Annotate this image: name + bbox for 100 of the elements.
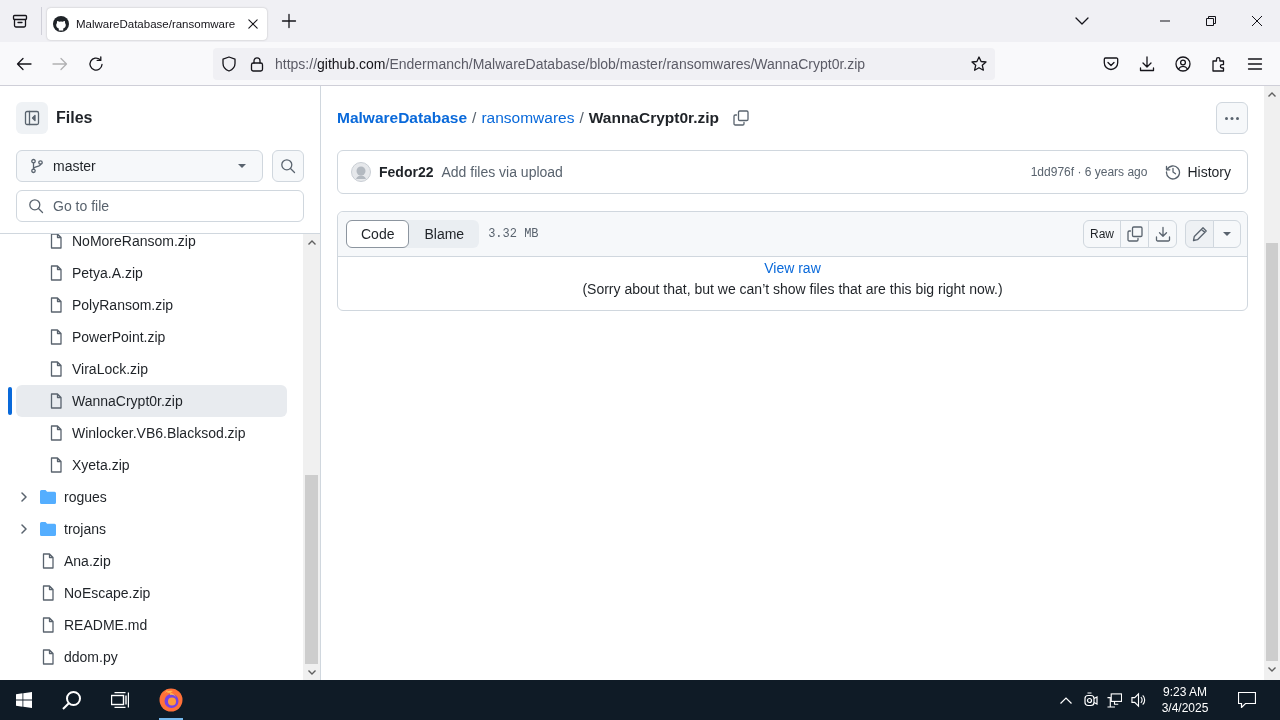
file-tree-item[interactable]: Winlocker.VB6.Blacksod.zip — [16, 417, 287, 449]
close-icon — [248, 19, 258, 29]
file-tree-item[interactable]: rogues — [16, 481, 287, 513]
file-icon — [48, 234, 64, 249]
url-field[interactable]: https://github.com/Endermanch/MalwareDatabase/blob/master/ransomwares/WannaCrypt0r.zip — [275, 55, 866, 72]
page-scrollbar[interactable] — [1264, 86, 1280, 680]
sidebar-scrollbar[interactable] — [303, 234, 320, 680]
notice-text: (Sorry about that, but we can’t show files that are this big right now.) — [582, 280, 1003, 299]
file-icon — [40, 617, 56, 633]
view-raw-link[interactable]: View raw — [764, 258, 821, 279]
puzzle-icon — [1211, 55, 1227, 72]
repo-link[interactable]: MalwareDatabase — [337, 109, 468, 127]
raw-button[interactable]: Raw — [1083, 220, 1121, 248]
path-separator: / — [472, 109, 477, 127]
camera-icon — [1082, 692, 1098, 708]
copy-icon — [1126, 226, 1143, 242]
view-tab[interactable]: Blame — [409, 220, 480, 248]
chevron-down-icon — [307, 669, 316, 675]
search-icon — [62, 690, 82, 710]
file-icon — [48, 265, 64, 281]
panel-icon — [24, 110, 40, 126]
commit-meta: 1dd976f · 6 years ago — [1030, 165, 1148, 179]
browser-tab[interactable]: MalwareDatabase/ransomware — [47, 8, 267, 40]
download-button[interactable] — [1148, 220, 1177, 248]
author-link[interactable]: Fedor22 — [379, 164, 434, 180]
arrow-left-icon — [16, 55, 32, 72]
more-icon — [1225, 116, 1239, 120]
copy-button[interactable] — [1120, 220, 1149, 248]
file-icon — [40, 649, 56, 665]
path-separator: / — [579, 109, 584, 127]
file-tree-item[interactable]: trojans — [16, 513, 287, 545]
clock-date: 3/4/2025 — [1161, 700, 1209, 716]
sidebar-title: Files — [56, 109, 93, 127]
scrollbar-thumb[interactable] — [305, 475, 318, 664]
search-icon — [280, 158, 296, 174]
shield-icon — [221, 55, 237, 72]
file-name: WannaCrypt0r.zip — [588, 109, 720, 127]
archive-box-icon — [12, 13, 28, 29]
close-icon — [1252, 16, 1262, 26]
branch-select[interactable]: master — [16, 150, 263, 182]
folder-icon — [40, 522, 56, 536]
file-tree-item[interactable]: ddom.py — [16, 641, 287, 673]
four-panes-icon — [16, 692, 32, 708]
download-icon — [1154, 226, 1171, 242]
chevron-right-icon — [21, 492, 27, 502]
folder-icon — [40, 490, 56, 504]
browser-icon — [159, 688, 183, 712]
edit-button[interactable] — [1185, 220, 1214, 248]
copy-icon — [733, 110, 750, 126]
cat-logo-icon — [53, 16, 69, 32]
search-icon — [28, 198, 44, 214]
caret-icon — [1223, 232, 1231, 236]
folder-link[interactable]: ransomwares — [481, 109, 575, 127]
reload-icon — [88, 55, 104, 72]
file-icon — [48, 297, 64, 313]
file-tree-item[interactable]: NoEscape.zip — [16, 577, 287, 609]
file-icon — [40, 585, 56, 601]
message-icon — [1238, 692, 1256, 708]
chevron-up-icon — [307, 239, 316, 245]
chevron-up-icon — [1060, 696, 1072, 704]
history-button[interactable]: History — [1165, 164, 1231, 180]
file-tree-item[interactable]: WannaCrypt0r.zip — [16, 385, 287, 417]
clock-time: 9:23 AM — [1163, 684, 1207, 700]
arrow-right-icon — [52, 55, 68, 72]
file-tree-item[interactable]: PolyRansom.zip — [16, 289, 287, 321]
avatar-icon — [351, 162, 371, 182]
file-tree-item[interactable]: NoMoreRansom.zip — [16, 234, 287, 257]
history-icon — [1165, 164, 1182, 180]
caret-icon — [238, 164, 246, 168]
pencil-icon — [1191, 226, 1208, 242]
file-tree-item[interactable]: ViraLock.zip — [16, 353, 287, 385]
branch-icon — [29, 158, 45, 174]
file-tree-item[interactable]: Xyeta.zip — [16, 449, 287, 481]
chevron-down-icon — [1268, 666, 1276, 672]
stacked-windows-icon — [111, 692, 129, 708]
go-to-file-field[interactable]: Go to file — [16, 190, 304, 222]
chevron-up-icon — [1268, 91, 1276, 97]
file-icon — [48, 425, 64, 441]
file-icon — [48, 393, 64, 409]
clock[interactable]: 9:23 AM 3/4/2025 — [1156, 684, 1214, 716]
file-size: 3.32 MB — [488, 227, 539, 241]
file-icon — [40, 553, 56, 569]
speaker-icon — [1130, 692, 1146, 708]
star-icon — [971, 55, 987, 72]
commit-message-link[interactable]: Add files via upload — [441, 164, 563, 180]
file-tree-item[interactable]: Ana.zip — [16, 545, 287, 577]
download-icon — [1139, 55, 1155, 72]
chevron-right-icon — [21, 524, 27, 534]
file-tree-item[interactable]: PowerPoint.zip — [16, 321, 287, 353]
scrollbar-thumb[interactable] — [1266, 243, 1278, 661]
network-icon — [1106, 692, 1122, 708]
file-icon — [48, 329, 64, 345]
file-icon — [48, 361, 64, 377]
file-tree-item[interactable]: Petya.A.zip — [16, 257, 287, 289]
view-tab[interactable]: Code — [346, 220, 410, 248]
plus-icon — [281, 13, 297, 29]
shield-chevron-icon — [1103, 55, 1119, 72]
account-icon — [1175, 55, 1191, 72]
collapse-sidebar-button[interactable] — [16, 102, 48, 134]
file-tree-item[interactable]: README.md — [16, 609, 287, 641]
